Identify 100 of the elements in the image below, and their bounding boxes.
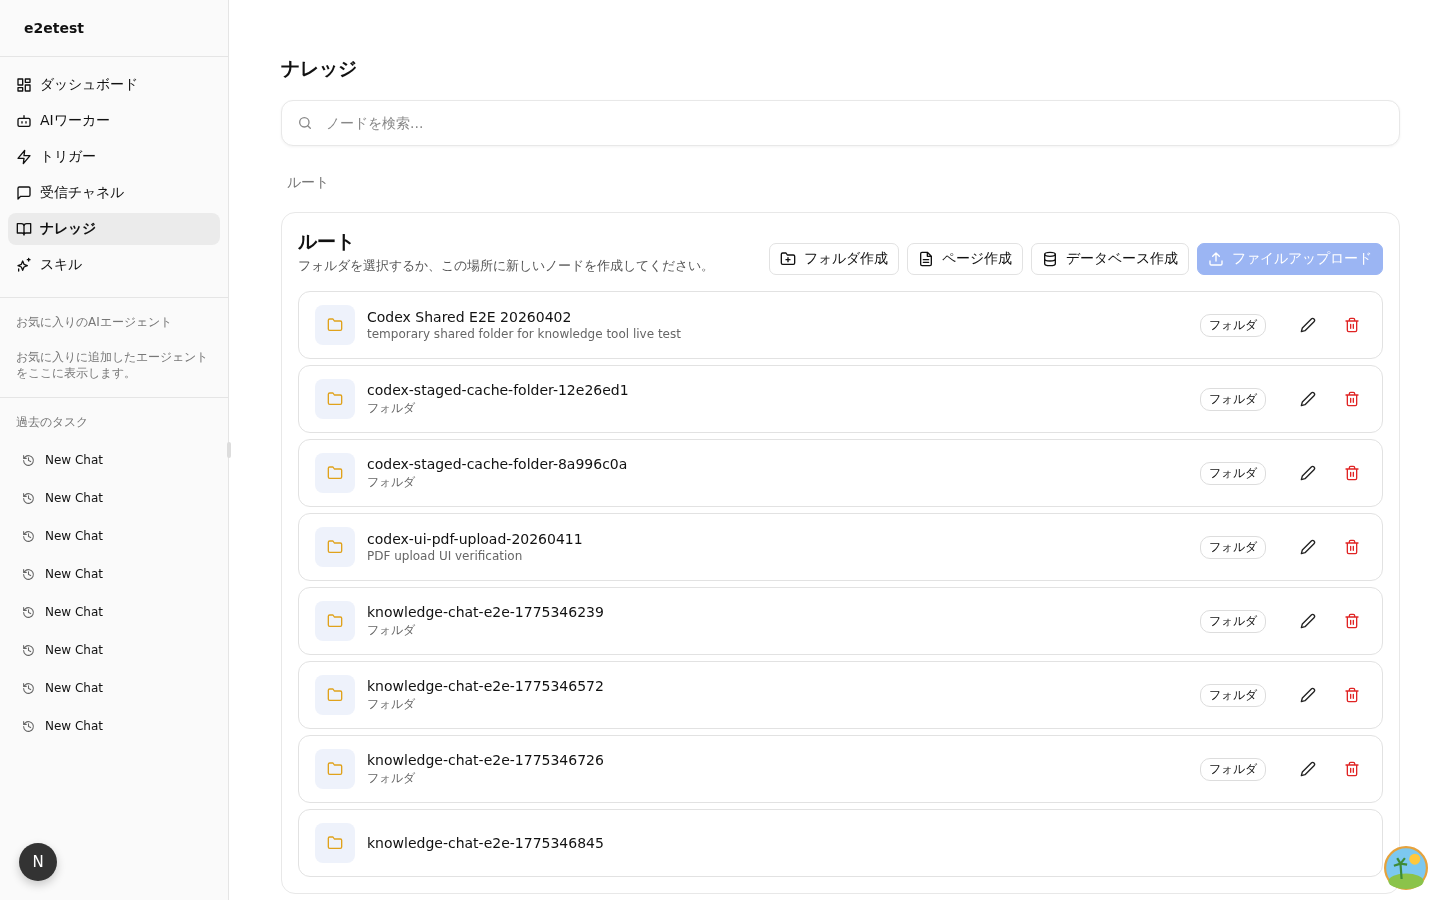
- create-folder-button[interactable]: フォルダ作成: [769, 243, 899, 275]
- task-item[interactable]: New Chat: [16, 441, 212, 479]
- node-description: フォルダ: [367, 473, 416, 491]
- type-tag: フォルダ: [1200, 313, 1266, 337]
- folder-row[interactable]: knowledge-chat-e2e-1775346845: [298, 809, 1383, 877]
- trash-icon: [1344, 539, 1360, 555]
- folder-icon: [315, 749, 355, 789]
- robot-icon: [16, 113, 32, 129]
- folder-row[interactable]: codex-staged-cache-folder-8a996c0a フォルダ フォルダ: [298, 439, 1383, 507]
- folder-row[interactable]: codex-ui-pdf-upload-20260411 PDF upload UI verification フォルダ: [298, 513, 1383, 581]
- task-item[interactable]: New Chat: [16, 479, 212, 517]
- folder-icon: [315, 379, 355, 419]
- task-item[interactable]: New Chat: [16, 631, 212, 669]
- folder-icon: [315, 305, 355, 345]
- workspace-name: e2etest: [24, 20, 84, 36]
- user-avatar[interactable]: N: [19, 843, 57, 881]
- node-name: knowledge-chat-e2e-1775346726: [367, 751, 605, 768]
- type-tag: フォルダ: [1200, 757, 1266, 781]
- node-description: フォルダ: [367, 695, 416, 713]
- folder-row[interactable]: Codex Shared E2E 20260402 temporary shared folder for knowledge tool live test フォルダ: [298, 291, 1383, 359]
- pencil-icon: [1300, 465, 1316, 481]
- history-icon: [22, 529, 35, 543]
- empty-message: お気に入りに追加したエージェントをここに表示します。: [16, 349, 209, 381]
- task-item[interactable]: New Chat: [16, 593, 212, 631]
- pencil-icon: [1300, 317, 1316, 333]
- nav-item[interactable]: 受信チャネル: [8, 177, 220, 209]
- nav-item[interactable]: ダッシュボード: [8, 69, 220, 101]
- create-database-button[interactable]: データベース作成: [1031, 243, 1189, 275]
- pencil-icon: [1300, 391, 1316, 407]
- node-name: Codex Shared E2E 20260402: [367, 309, 573, 325]
- node-description: フォルダ: [367, 621, 416, 639]
- pencil-icon: [1300, 687, 1316, 703]
- history-icon: [22, 681, 35, 695]
- sparkle-icon: [16, 257, 32, 273]
- folder-plus-icon: [780, 251, 796, 267]
- type-tag: フォルダ: [1200, 387, 1266, 411]
- section-heading: お気に入りのAIエージェント: [16, 314, 173, 331]
- type-tag: フォルダ: [1200, 461, 1266, 485]
- type-tag: フォルダ: [1200, 609, 1266, 633]
- lightning-icon: [16, 149, 32, 165]
- node-name: codex-staged-cache-folder-8a996c0a: [367, 455, 629, 472]
- pencil-icon: [1300, 539, 1316, 555]
- breadcrumb[interactable]: ルート: [287, 174, 329, 190]
- history-icon: [22, 453, 35, 467]
- trash-icon: [1344, 391, 1360, 407]
- node-description: フォルダ: [367, 399, 416, 417]
- history-icon: [22, 605, 35, 619]
- node-name: knowledge-chat-e2e-1775346572: [367, 677, 605, 694]
- assistant-button[interactable]: [1384, 846, 1428, 890]
- task-item[interactable]: New Chat: [16, 517, 212, 555]
- trash-icon: [1344, 465, 1360, 481]
- document-icon: [918, 251, 934, 267]
- trash-icon: [1344, 317, 1360, 333]
- panel-title: ルート: [298, 229, 356, 254]
- search-icon: [297, 115, 313, 131]
- folder-icon: [315, 527, 355, 567]
- node-name: codex-staged-cache-folder-12e26ed1: [367, 381, 630, 398]
- pencil-icon: [1300, 613, 1316, 629]
- section-heading: 過去のタスク: [16, 414, 89, 431]
- history-icon: [22, 491, 35, 505]
- history-icon: [22, 643, 35, 657]
- folder-icon: [315, 601, 355, 641]
- type-tag: フォルダ: [1200, 535, 1266, 559]
- folder-row[interactable]: codex-staged-cache-folder-12e26ed1 フォルダ フォルダ: [298, 365, 1383, 433]
- task-item[interactable]: New Chat: [16, 555, 212, 593]
- node-name: knowledge-chat-e2e-1775346239: [367, 603, 605, 620]
- node-name: knowledge-chat-e2e-1775346845: [367, 835, 605, 851]
- folder-row[interactable]: knowledge-chat-e2e-1775346726 フォルダ フォルダ: [298, 735, 1383, 803]
- folder-icon: [315, 675, 355, 715]
- nav-item[interactable]: トリガー: [8, 141, 220, 173]
- node-description: フォルダ: [367, 769, 416, 787]
- search-field[interactable]: ノードを検索...: [281, 100, 1400, 146]
- folder-icon: [315, 453, 355, 493]
- history-icon: [22, 567, 35, 581]
- panel-description: フォルダを選択するか、この場所に新しいノードを作成してください。: [298, 257, 714, 275]
- task-item[interactable]: New Chat: [16, 707, 212, 745]
- trash-icon: [1344, 687, 1360, 703]
- book-icon: [16, 221, 32, 237]
- folder-row[interactable]: knowledge-chat-e2e-1775346572 フォルダ フォルダ: [298, 661, 1383, 729]
- create-page-button[interactable]: ページ作成: [907, 243, 1023, 275]
- nav-item[interactable]: スキル: [8, 249, 220, 281]
- nav-item[interactable]: ナレッジ: [8, 213, 220, 245]
- task-item[interactable]: New Chat: [16, 669, 212, 707]
- type-tag: フォルダ: [1200, 683, 1266, 707]
- page-title: ナレッジ: [281, 56, 358, 81]
- database-icon: [1042, 251, 1058, 267]
- folder-icon: [315, 823, 355, 863]
- history-icon: [22, 719, 35, 733]
- folder-row[interactable]: knowledge-chat-e2e-1775346239 フォルダ フォルダ: [298, 587, 1383, 655]
- dashboard-icon: [16, 77, 32, 93]
- node-description: PDF upload UI verification: [367, 549, 524, 563]
- chat-bubble-icon: [16, 185, 32, 201]
- node-description: temporary shared folder for knowledge tool live test: [367, 327, 682, 341]
- node-name: codex-ui-pdf-upload-20260411: [367, 531, 584, 547]
- trash-icon: [1344, 761, 1360, 777]
- island-icon: [1384, 846, 1428, 890]
- trash-icon: [1344, 613, 1360, 629]
- upload-icon: [1208, 251, 1224, 267]
- nav-item[interactable]: AIワーカー: [8, 105, 220, 137]
- pencil-icon: [1300, 761, 1316, 777]
